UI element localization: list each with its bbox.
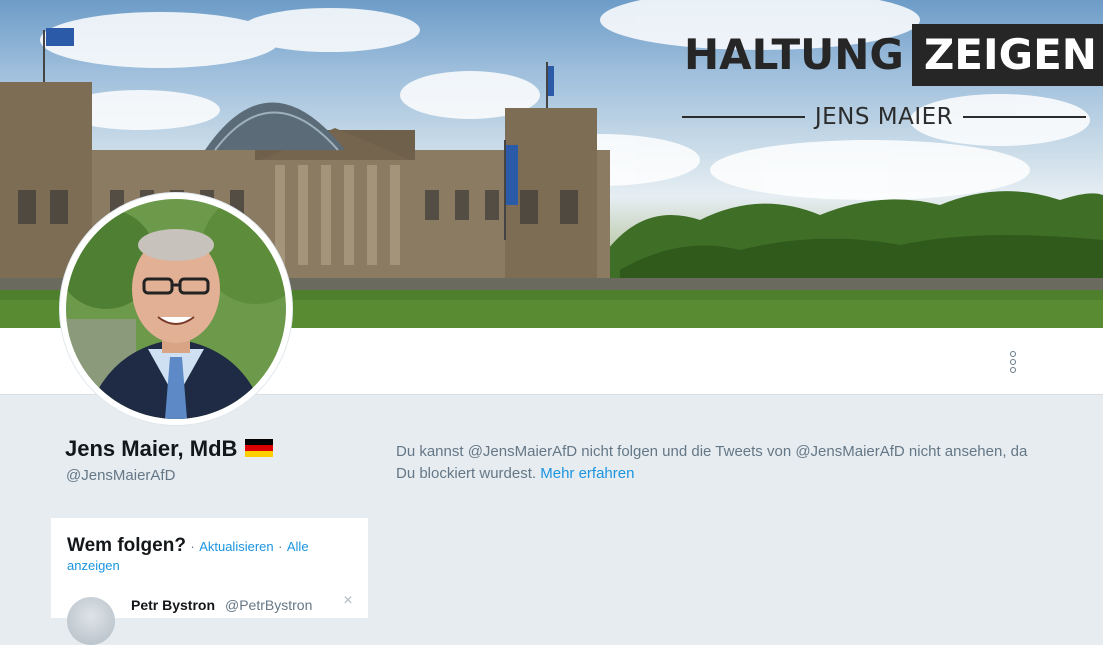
brand-subtitle: JENS MAIER: [682, 104, 1086, 130]
profile-name-text: Jens Maier, MdB: [65, 436, 238, 461]
more-dot-icon: [1010, 351, 1016, 357]
suggested-user[interactable]: Petr Bystron @PetrBystron ×: [67, 593, 357, 645]
close-icon[interactable]: ×: [341, 593, 355, 609]
profile-name: Jens Maier, MdB: [65, 436, 274, 462]
germany-flag-icon: [245, 438, 274, 458]
who-to-follow-header: Wem folgen? · Aktualisieren · Alle anzei…: [67, 536, 357, 575]
brand-zeigen: ZEIGEN: [911, 24, 1103, 86]
suggested-user-name[interactable]: Petr Bystron: [131, 597, 215, 613]
blocked-message: Du kannst @JensMaierAfD nicht folgen und…: [396, 443, 1028, 482]
more-dot-icon: [1010, 367, 1016, 373]
banner-brand: HALTUNG ZEIGEN: [684, 24, 1103, 86]
flag-stripe-gold: [245, 451, 274, 458]
more-options-button[interactable]: [1003, 350, 1023, 374]
separator: ·: [190, 539, 195, 554]
blocked-notice: Du kannst @JensMaierAfD nicht folgen und…: [396, 441, 1036, 485]
suggested-user-handle: @PetrBystron: [225, 597, 313, 613]
avatar[interactable]: [67, 597, 115, 645]
who-to-follow-title: Wem folgen?: [67, 535, 186, 556]
more-dot-icon: [1010, 359, 1016, 365]
profile-handle[interactable]: @JensMaierAfD: [66, 467, 175, 484]
avatar-photo: [66, 199, 286, 419]
refresh-link[interactable]: Aktualisieren: [199, 539, 273, 554]
brand-haltung: HALTUNG: [684, 30, 904, 79]
learn-more-link[interactable]: Mehr erfahren: [540, 465, 634, 482]
brand-subtitle-text: JENS MAIER: [814, 104, 954, 130]
brand-rule-right: [963, 116, 1086, 118]
separator: ·: [278, 539, 283, 554]
who-to-follow-card: Wem folgen? · Aktualisieren · Alle anzei…: [50, 517, 369, 645]
profile-avatar[interactable]: [60, 193, 292, 425]
brand-rule-left: [682, 116, 805, 118]
